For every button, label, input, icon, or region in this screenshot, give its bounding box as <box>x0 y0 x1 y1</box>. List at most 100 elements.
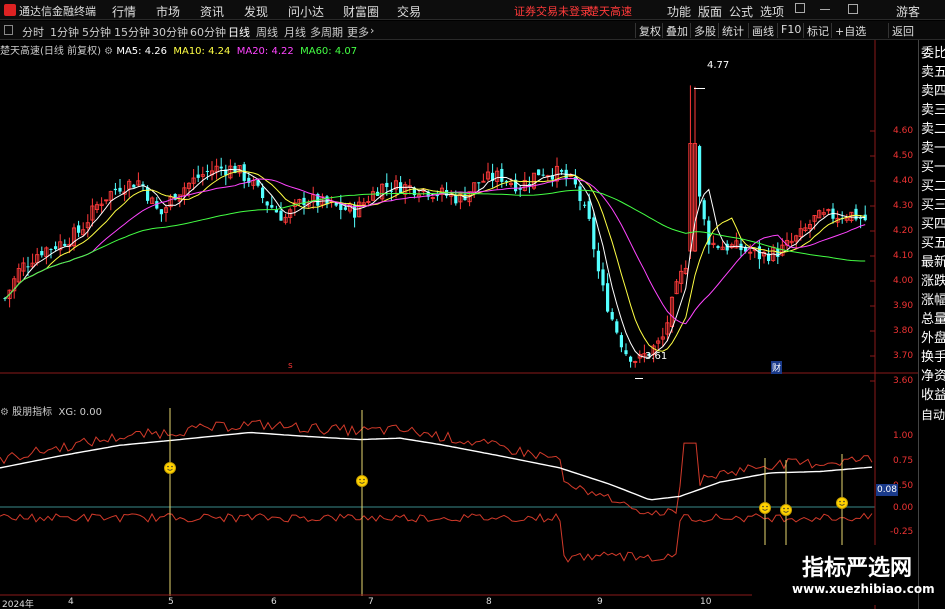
sidebar-item[interactable]: 卖二 <box>921 120 945 139</box>
ma5-line <box>4 168 866 358</box>
candle-body <box>606 283 610 312</box>
sidebar-auto[interactable]: 自动 <box>921 406 945 425</box>
sidebar-item[interactable]: 收益 <box>921 386 945 405</box>
sidebar-item[interactable]: 净资 <box>921 367 945 386</box>
tab-15min[interactable]: 15分钟 <box>114 24 150 40</box>
sidebar-item[interactable]: 卖一 <box>921 139 945 158</box>
tab-multi-period[interactable]: 多周期 <box>310 24 343 40</box>
panel-toggle-icon[interactable] <box>4 25 13 35</box>
stock-name-title: 楚天高速 <box>588 5 632 18</box>
price-tick: 4.10 <box>893 251 914 261</box>
menu-layout[interactable]: 版面 <box>698 3 722 20</box>
button-mark[interactable]: 标记 <box>803 23 832 38</box>
menu-quotes[interactable]: 行情 <box>112 3 136 20</box>
menu-formula[interactable]: 公式 <box>729 3 753 20</box>
finance-marker[interactable]: 财 <box>771 361 783 374</box>
candle-body <box>854 208 858 220</box>
sidebar-item[interactable]: 涨跌 <box>921 272 945 291</box>
tab-1min[interactable]: 1分钟 <box>50 24 79 40</box>
candle-body <box>270 205 274 208</box>
smiley-eye <box>167 465 169 468</box>
sidebar-item[interactable]: 买三 <box>921 196 945 215</box>
guest-label[interactable]: 游客 <box>896 3 920 20</box>
chevron-right-icon[interactable]: › <box>370 24 374 37</box>
candlestick-series <box>3 85 867 379</box>
price-tick: 4.30 <box>893 201 914 211</box>
sidebar-item[interactable]: 总量 <box>921 310 945 329</box>
indicator-tick: 0.75 <box>893 456 914 466</box>
candle-body <box>265 201 269 206</box>
candle-body <box>132 184 136 188</box>
indicator-markers <box>164 408 848 596</box>
tab-intraday[interactable]: 分时 <box>22 24 44 40</box>
app-title: 通达信金融终端 <box>19 5 96 18</box>
indicator-lower-line <box>0 512 873 563</box>
button-stats[interactable]: 统计 <box>718 23 747 38</box>
price-tick: 4.20 <box>893 226 914 236</box>
maximize-icon[interactable] <box>848 4 858 14</box>
menu-function[interactable]: 功能 <box>667 3 691 20</box>
s-marker[interactable]: s <box>288 361 293 371</box>
window-menu-icon[interactable] <box>795 3 805 13</box>
button-adjust[interactable]: 复权 <box>635 23 664 38</box>
smiley-eye <box>766 505 768 508</box>
tab-60min[interactable]: 60分钟 <box>190 24 226 40</box>
menu-wenxiaoda[interactable]: 问小达 <box>288 3 324 20</box>
sidebar-item[interactable]: 买四 <box>921 215 945 234</box>
tab-30min[interactable]: 30分钟 <box>152 24 188 40</box>
minimize-icon[interactable] <box>820 9 830 10</box>
button-add-favorite[interactable]: +自选 <box>831 23 869 38</box>
candle-body <box>615 321 619 333</box>
xg-value: XG: 0.00 <box>58 407 102 418</box>
price-tick: 4.00 <box>893 276 914 286</box>
candle-body <box>716 246 720 248</box>
tab-5min[interactable]: 5分钟 <box>82 24 111 40</box>
tab-monthly[interactable]: 月线 <box>284 24 306 40</box>
gear-icon[interactable]: ⚙ <box>0 407 12 418</box>
button-overlay[interactable]: 叠加 <box>662 23 691 38</box>
candle-body <box>596 250 600 272</box>
app-logo-icon <box>4 4 16 16</box>
sidebar-item[interactable]: 最新 <box>921 253 945 272</box>
candle-body <box>587 201 591 219</box>
menu-options[interactable]: 选项 <box>760 3 784 20</box>
sidebar-item[interactable]: 卖四 <box>921 82 945 101</box>
candle-body <box>537 169 541 176</box>
smiley-icon <box>356 475 368 487</box>
button-draw[interactable]: 画线 <box>748 23 777 38</box>
menu-wealth-circle[interactable]: 财富圈 <box>343 3 379 20</box>
menu-discover[interactable]: 发现 <box>244 3 268 20</box>
login-warning[interactable]: 证券交易未登录 <box>514 3 591 19</box>
sidebar-item[interactable]: 换手 <box>921 348 945 367</box>
sidebar-item[interactable]: 买二 <box>921 177 945 196</box>
candle-body <box>77 225 81 233</box>
candle-body <box>578 186 582 202</box>
sidebar-item[interactable]: 买一 <box>921 158 945 177</box>
date-label: 9 <box>597 597 603 607</box>
sidebar-item[interactable]: 涨幅 <box>921 291 945 310</box>
moving-average-lines <box>4 168 866 358</box>
button-multi-stock[interactable]: 多股 <box>690 23 719 38</box>
watermark: 指标严选网 www.xuezhibiao.com <box>752 545 935 605</box>
tab-weekly[interactable]: 周线 <box>256 24 278 40</box>
menu-news[interactable]: 资讯 <box>200 3 224 20</box>
candle-body <box>118 187 122 192</box>
price-tick: 3.80 <box>893 326 914 336</box>
sidebar-item[interactable]: 委比 <box>921 44 945 63</box>
smiley-eye <box>839 500 841 503</box>
sidebar-item[interactable]: 卖三 <box>921 101 945 120</box>
price-tick: 4.60 <box>893 126 914 136</box>
sidebar-item[interactable]: 卖五 <box>921 63 945 82</box>
button-f10[interactable]: F10 <box>777 23 804 38</box>
sidebar-item[interactable]: 买五 <box>921 234 945 253</box>
indicator-white-line <box>0 431 873 501</box>
kline-chart[interactable] <box>0 40 918 609</box>
price-tick: 4.50 <box>893 151 914 161</box>
menu-market[interactable]: 市场 <box>156 3 180 20</box>
menu-trade[interactable]: 交易 <box>397 3 421 20</box>
tab-more[interactable]: 更多 <box>347 24 369 40</box>
indicator-current-badge: 0.08 <box>876 484 898 496</box>
button-back[interactable]: 返回 <box>888 23 917 38</box>
tab-daily[interactable]: 日线 <box>228 24 250 40</box>
sidebar-item[interactable]: 外盘 <box>921 329 945 348</box>
